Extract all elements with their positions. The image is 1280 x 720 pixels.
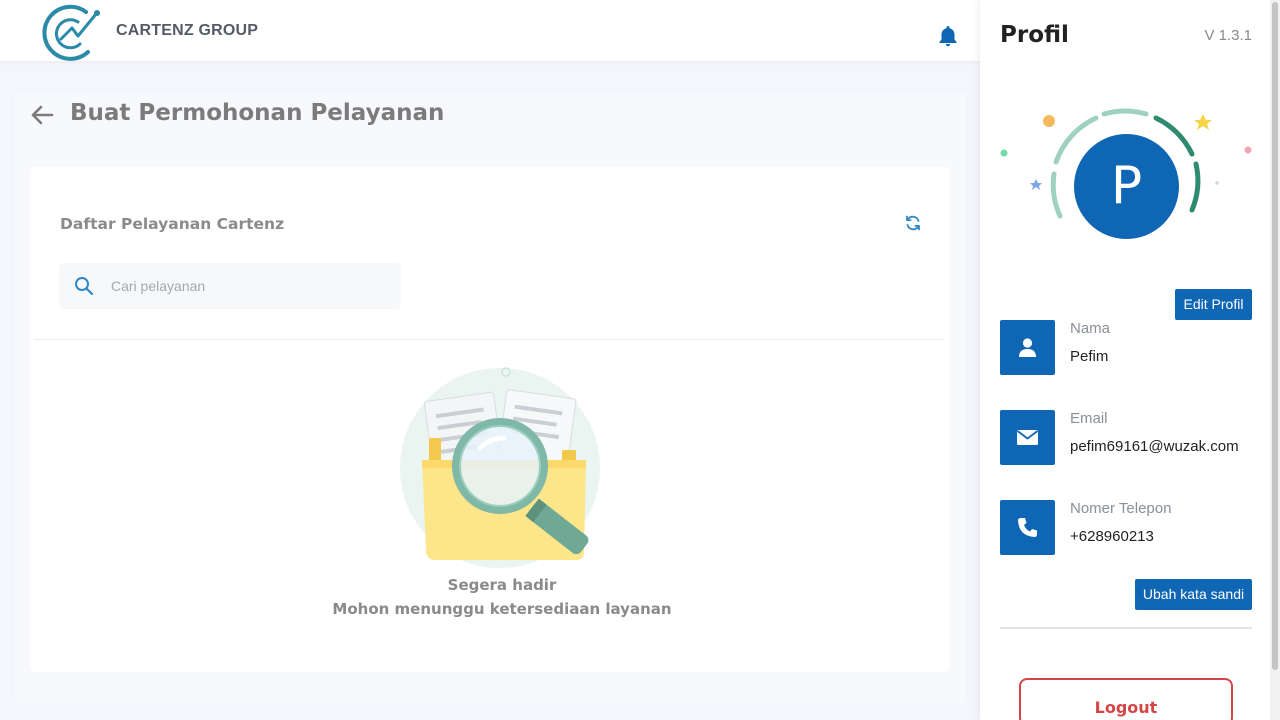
email-value: pefim69161@wuzak.com — [1070, 438, 1239, 455]
email-label: Email — [1070, 410, 1108, 427]
page-title: Buat Permohonan Pelayanan — [70, 100, 445, 126]
empty-state-title: Segera hadir — [447, 576, 557, 594]
name-value: Pefim — [1070, 348, 1109, 365]
arrow-left-icon[interactable] — [28, 101, 56, 129]
empty-state-subtitle: Mohon menunggu ketersediaan layanan — [332, 600, 672, 618]
cartenz-logo[interactable] — [38, 0, 102, 62]
profile-divider — [1000, 627, 1252, 629]
phone-label: Nomer Telepon — [1070, 500, 1172, 517]
edit-profile-button[interactable]: Edit Profil — [1175, 289, 1252, 320]
user-icon — [1000, 320, 1055, 375]
search-box[interactable] — [59, 263, 401, 309]
bell-icon[interactable] — [936, 24, 960, 48]
divider — [34, 339, 944, 340]
logout-button[interactable]: Logout — [1019, 678, 1233, 720]
search-input[interactable] — [111, 275, 381, 297]
brand-name: CARTENZ GROUP — [116, 22, 259, 39]
phone-icon — [1000, 500, 1055, 555]
app-version: V 1.3.1 — [1204, 27, 1252, 44]
refresh-icon[interactable] — [904, 214, 922, 232]
change-password-button[interactable]: Ubah kata sandi — [1135, 579, 1252, 610]
search-icon — [75, 277, 94, 296]
services-card-title: Daftar Pelayanan Cartenz — [60, 215, 285, 233]
envelope-icon — [1000, 410, 1055, 465]
phone-value: +628960213 — [1070, 528, 1154, 545]
profile-title: Profil — [1000, 22, 1069, 48]
folder-magnifier-illustration — [396, 364, 612, 570]
avatar[interactable]: P — [1074, 134, 1179, 239]
name-label: Nama — [1070, 320, 1111, 337]
scrollbar-thumb[interactable] — [1272, 2, 1278, 670]
